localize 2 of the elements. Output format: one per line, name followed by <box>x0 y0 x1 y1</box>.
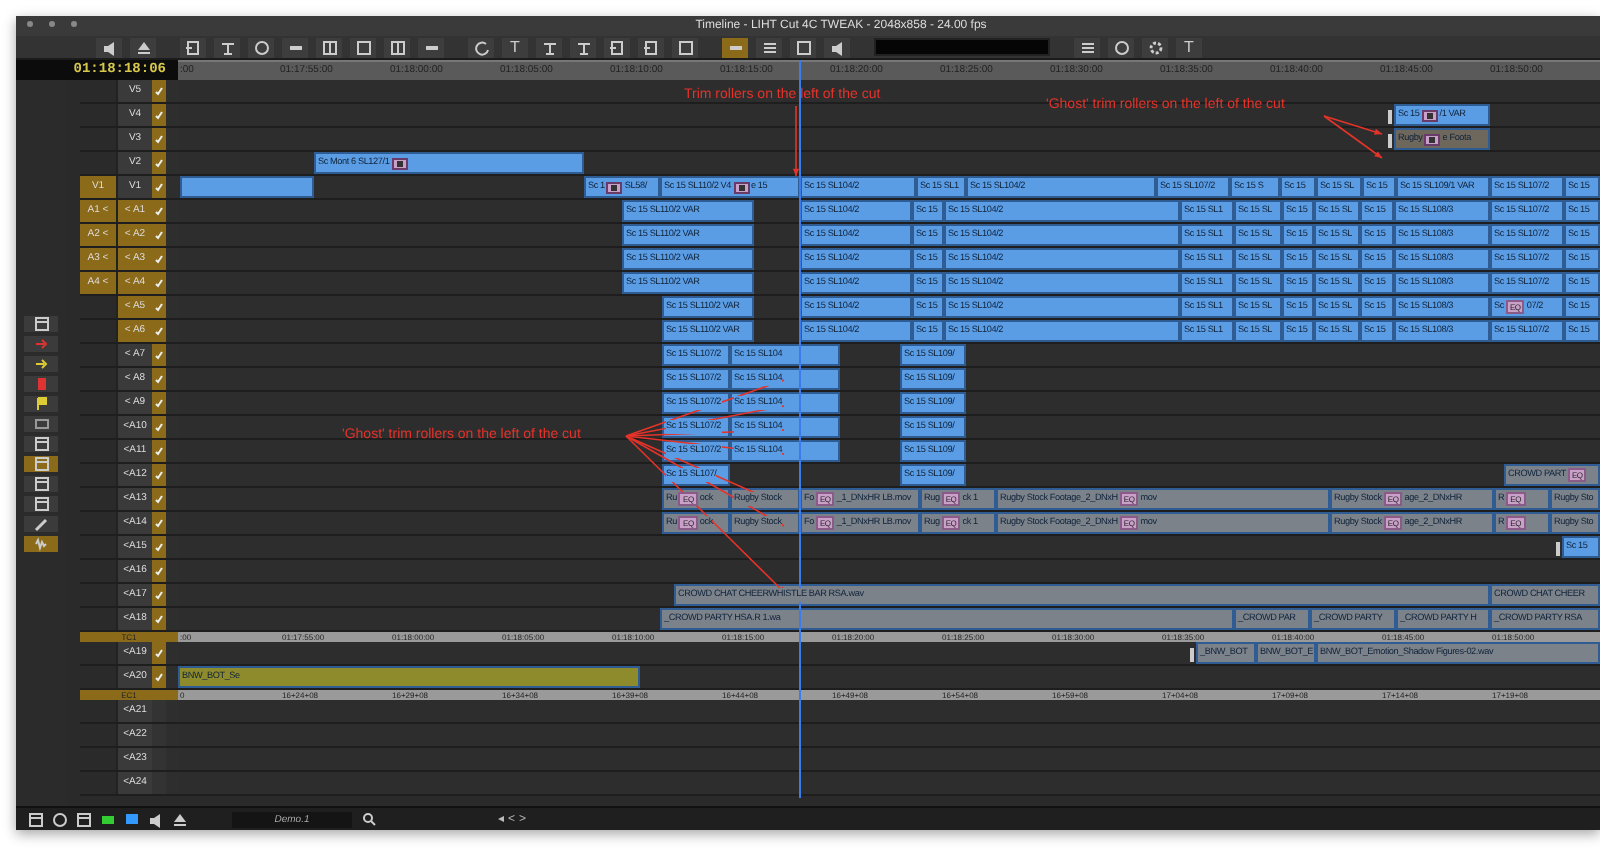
text-tool-button[interactable]: T <box>502 37 528 57</box>
text-tool-button[interactable]: T <box>1176 37 1202 57</box>
